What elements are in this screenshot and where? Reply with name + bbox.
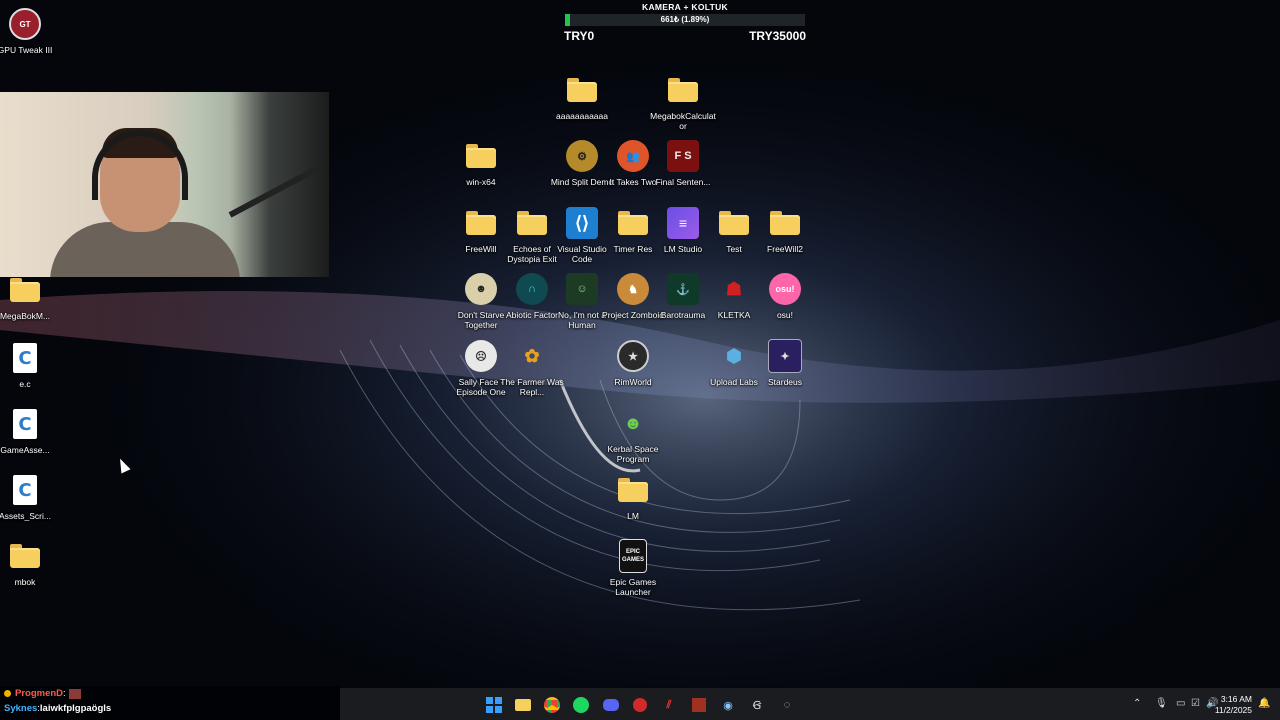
windows-start-icon[interactable] [485,696,503,714]
folder-icon [463,138,499,174]
desktop-icon-osu[interactable]: osu! osu! [750,271,820,320]
epic-games-icon: EPIC GAMES [615,538,651,574]
clock-time: 3:16 AM [1220,694,1252,704]
folder-icon [615,472,651,508]
folder-icon [615,205,651,241]
folder-icon [7,272,43,308]
farmer-icon: ✿ [524,345,540,366]
project-zomboid-icon: ♞ [615,271,651,307]
chat-username: Syknes [4,703,38,714]
chat-username: ProgmenD [15,688,64,699]
desktop-icon-rimworld[interactable]: ★ RimWorld [598,338,668,387]
microphone-arm [228,165,320,218]
it-takes-two-icon: 👥 [615,138,651,174]
desktop-icon-gpu-tweak[interactable]: GT GPU Tweak III [0,6,60,55]
goal-title: KAMERA + KOLTUK [642,2,728,12]
desktop-icon-megabokm[interactable]: MegaBokM... [0,272,60,321]
desktop-icon-freewill2[interactable]: FreeWill2 [750,205,820,254]
lm-studio-icon: ≡ [665,205,701,241]
folder-icon [514,205,550,241]
folder-icon [7,538,43,574]
desktop-icon-final-sentence[interactable]: F S Final Senten... [648,138,718,187]
emote-icon [68,688,81,699]
final-sentence-icon: F S [665,138,701,174]
clock-date: 11/2/2025 [1214,705,1252,715]
folder-icon [463,205,499,241]
osu-icon: osu! [767,271,803,307]
network-icon[interactable]: ▭ [1176,698,1185,709]
mic-icon[interactable]: 🎙 [1155,698,1168,709]
donation-goal-widget: KAMERA + KOLTUK 661₺ (1.89%) TRY0 TRY350… [564,0,806,44]
file-explorer-icon[interactable] [514,696,532,714]
chat-text: laiwkfplgpaögls [39,703,112,714]
folder-icon [767,205,803,241]
gpu-tweak-icon: GT [7,6,43,42]
kerbal-icon: ☻ [623,412,643,433]
app-g-icon[interactable]: Ꞡ [748,696,766,714]
shield-check-icon[interactable]: ☑ [1191,698,1200,709]
vscode-icon: ⟨⟩ [564,205,600,241]
desktop-icon-assets-scri[interactable]: C Assets_Scri... [0,472,60,521]
chat-message: ProgmenD : [0,686,340,701]
chat-separator: : [63,688,66,699]
gear-app-icon: ⚙ [564,138,600,174]
kletka-icon: ☗ [725,278,743,299]
steam-icon[interactable]: ◉ [719,696,737,714]
goal-start-label: TRY0 [564,29,595,43]
goal-progress-bar: 661₺ (1.89%) [565,14,805,26]
app-slash-icon[interactable]: ⫽ [660,696,678,714]
dont-starve-icon: ☻ [463,271,499,307]
chat-message: Syknes : laiwkfplgpaögls [0,701,340,716]
desktop-icon-mbok[interactable]: mbok [0,538,60,587]
app-red-icon[interactable] [631,696,649,714]
discord-icon[interactable] [602,696,620,714]
spotify-icon[interactable] [572,696,590,714]
alert-icon [4,690,11,697]
stream-chat-overlay: ProgmenD : Syknes : laiwkfplgpaögls [0,686,340,720]
desktop-icon-lm[interactable]: LM [598,472,668,521]
system-clock[interactable]: 3:16 AM 11/2/2025 [1215,694,1252,716]
chevron-up-icon[interactable]: ⌃ [1133,698,1141,709]
desktop-icon-kerbal[interactable]: ☻ Kerbal Space Program [598,405,668,465]
desktop-icon-gameasse[interactable]: C GameAsse... [0,406,60,455]
desktop-icon-stardeus[interactable]: ✦ Stardeus [750,338,820,387]
abiotic-factor-icon: ∩ [514,271,550,307]
rimworld-icon: ★ [615,338,651,374]
upload-labs-icon: ⬢ [726,345,742,366]
notification-bell-icon[interactable]: 🔔 [1258,698,1270,709]
desktop-icon-win-x64[interactable]: win-x64 [446,138,516,187]
sally-face-icon: ☹ [463,338,499,374]
taskbar: ⫽ ◉ Ꞡ ◌ ⌃ 🎙 ▭ ☑ 🔊 3:16 AM 11/2/2025 🔔 [340,688,1280,720]
c-file-icon: C [7,340,43,376]
desktop-icon-megabokcalculator[interactable]: MegabokCalculator [648,72,718,131]
goal-end-label: TRY35000 [749,29,806,43]
app-circle-icon[interactable]: ◌ [778,696,796,714]
folder-icon [716,205,752,241]
desktop-icon-epic-games[interactable]: EPIC GAMES Epic Games Launcher [598,538,668,597]
barotrauma-icon: ⚓ [665,271,701,307]
folder-icon [665,72,701,108]
c-file-icon: C [7,472,43,508]
desktop-icon-e-c[interactable]: C e.c [0,340,60,389]
not-human-icon: ☺ [564,271,600,307]
desktop-icon-aaaaaaaaaaa[interactable]: aaaaaaaaaaa [547,72,617,121]
stardeus-icon: ✦ [767,338,803,374]
goal-progress-text: 661₺ (1.89%) [660,15,710,24]
desktop-icon-farmer-was-replaced[interactable]: ✿ The Farmer Was Repl... [497,338,567,398]
folder-icon [564,72,600,108]
app-bonk-icon[interactable] [690,696,708,714]
chrome-icon[interactable] [543,696,561,714]
webcam-overlay [0,92,329,277]
c-file-icon: C [7,406,43,442]
